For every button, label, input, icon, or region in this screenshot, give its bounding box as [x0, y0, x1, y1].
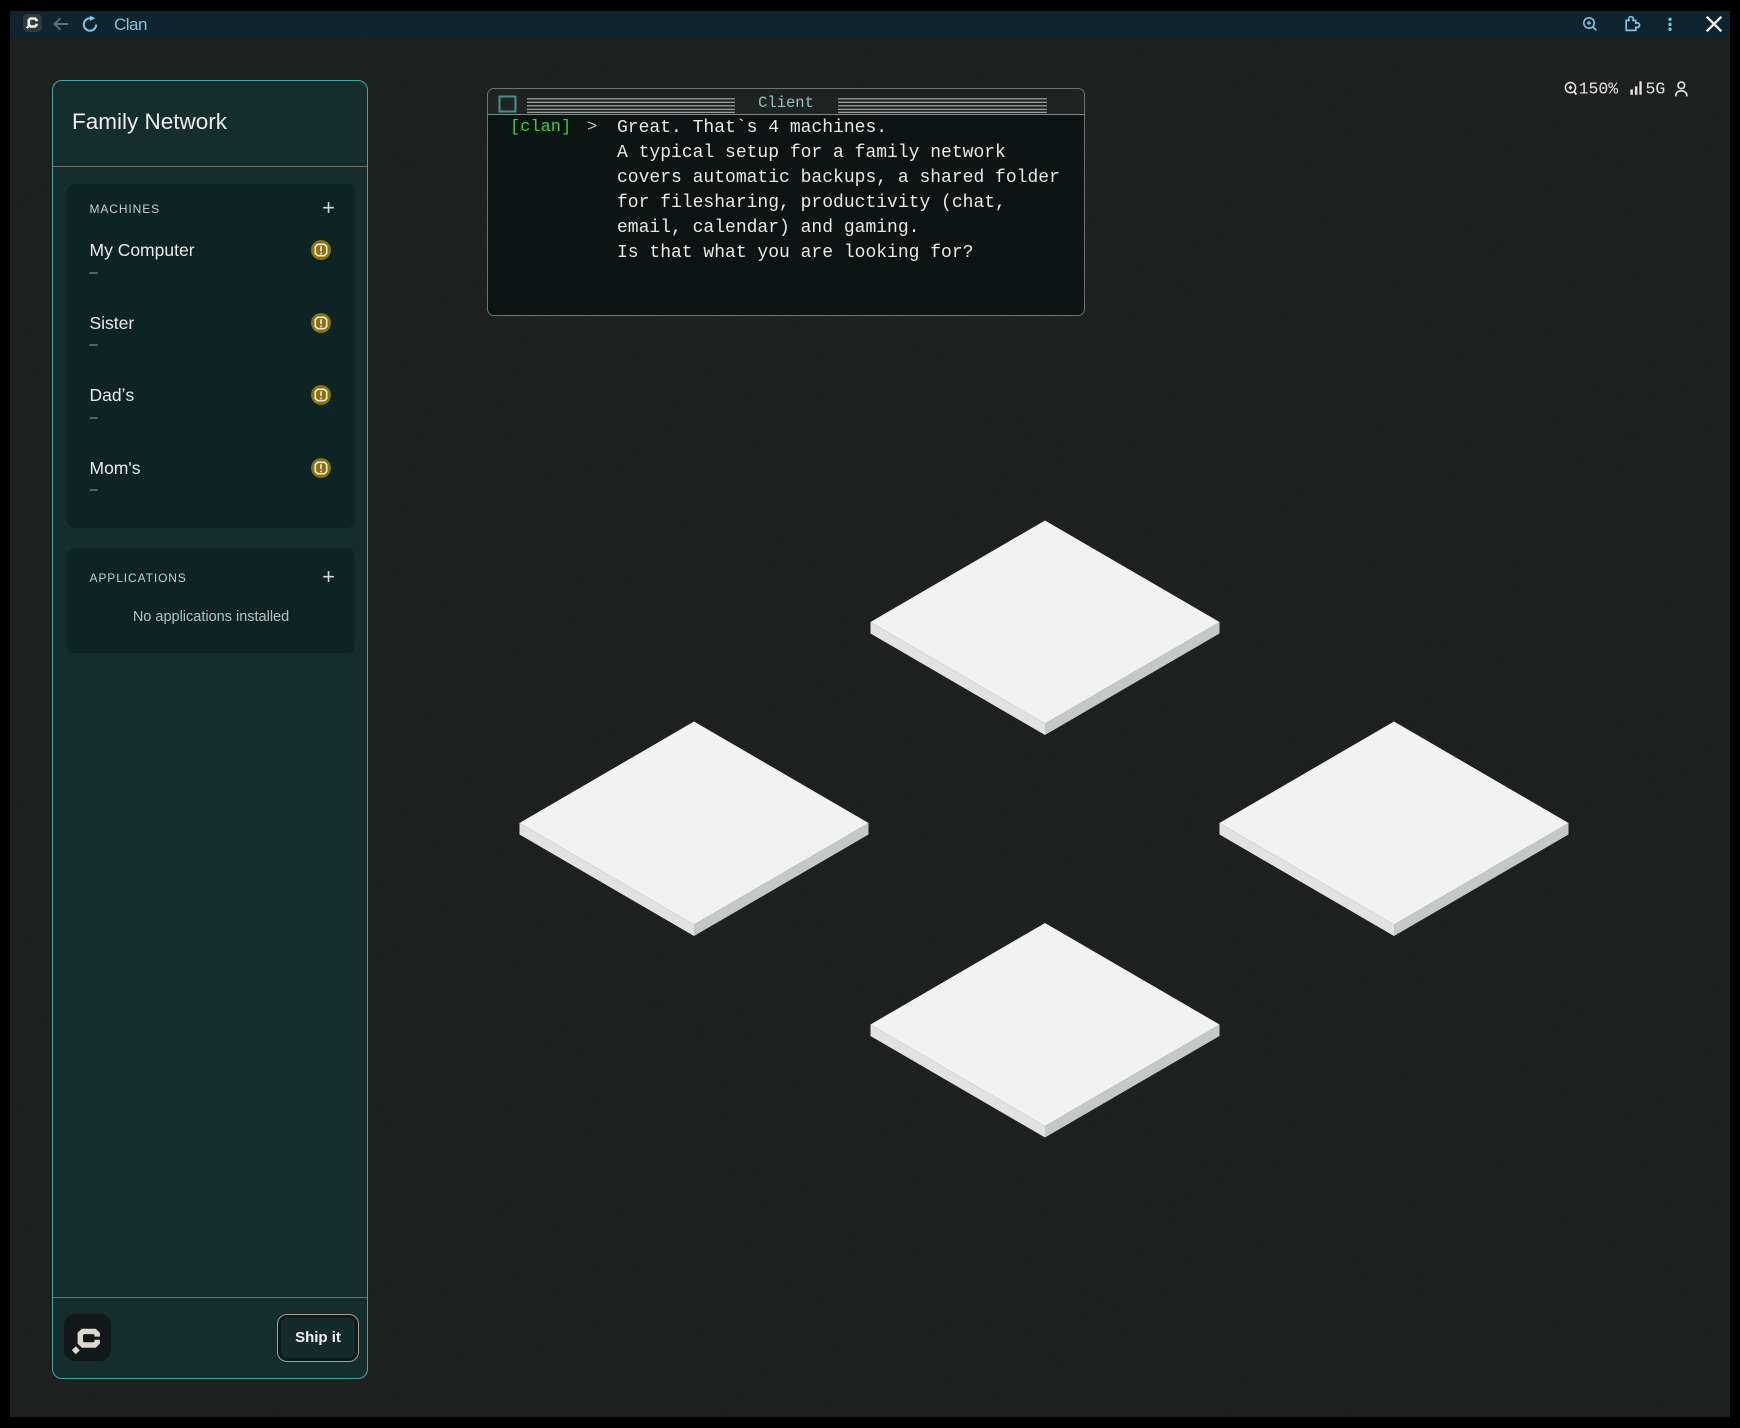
svg-text:150%: 150%	[1579, 80, 1619, 99]
svg-text:5G: 5G	[1646, 80, 1666, 99]
